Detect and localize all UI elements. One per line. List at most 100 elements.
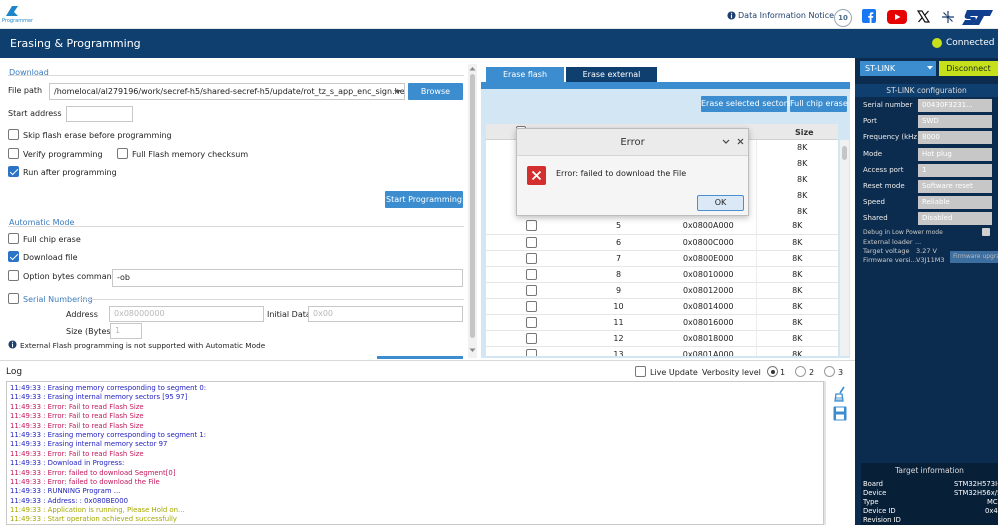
log-line: 11:49:33 : Start operation achieved succ…: [10, 515, 178, 524]
row-select-cell[interactable]: [486, 282, 576, 299]
speed-select[interactable]: Reliable: [918, 196, 992, 209]
skip-flash-erase-checkbox[interactable]: [8, 129, 19, 140]
table-row[interactable]: 7 0x0800E000 8K: [486, 250, 838, 267]
row-select-cell[interactable]: [486, 346, 576, 356]
log-scrollbar[interactable]: [824, 381, 826, 525]
option-bytes-checkbox[interactable]: [8, 270, 19, 281]
network-icon[interactable]: [941, 10, 955, 24]
file-path-combobox[interactable]: /homelocal/al279196/work/secref-h5/share…: [49, 83, 405, 100]
sectors-table-rows: 5 0x0800A000 8K 6 0x0800C000 8K 7 0x0800E000 8K 8…: [486, 218, 838, 356]
title-bar: Erasing & Programming: [0, 29, 902, 58]
address-input[interactable]: 0x08000000: [109, 306, 264, 322]
option-bytes-input[interactable]: -ob: [112, 269, 463, 287]
row-checkbox[interactable]: [525, 332, 537, 344]
left-panel-scrollbar[interactable]: [468, 64, 477, 358]
debug-low-power-checkbox[interactable]: [982, 228, 990, 236]
table-row[interactable]: 12 0x08018000 8K: [486, 330, 838, 347]
connection-bar: Connected: [855, 29, 998, 58]
table-row[interactable]: 10 0x08014000 8K: [486, 298, 838, 315]
start-address-input[interactable]: [66, 106, 133, 122]
probe-select[interactable]: ST-LINK: [860, 61, 936, 76]
access-port-select[interactable]: 1: [918, 164, 992, 177]
row-checkbox[interactable]: [525, 300, 537, 312]
automatic-mode-note: External Flash programming is not suppor…: [20, 341, 266, 350]
firmware-upgrade-button[interactable]: Firmware upgrade: [950, 251, 998, 263]
browse-button[interactable]: Browse: [408, 83, 463, 100]
row-checkbox[interactable]: [525, 252, 537, 264]
clear-log-brush-icon[interactable]: [833, 386, 847, 402]
table-row[interactable]: 11 0x08016000 8K: [486, 314, 838, 331]
row-select-cell[interactable]: [486, 250, 576, 267]
row-select-cell[interactable]: [486, 234, 576, 251]
row-checkbox[interactable]: [525, 348, 537, 356]
scrollbar-thumb[interactable]: [470, 74, 475, 338]
full-flash-checksum-checkbox[interactable]: [117, 148, 128, 159]
table-row[interactable]: 13 0x0801A000 8K: [486, 346, 838, 356]
scroll-up-arrow-icon[interactable]: [469, 66, 476, 71]
table-row[interactable]: 8 0x08010000 8K: [486, 266, 838, 283]
frequency-select[interactable]: 8000: [918, 131, 992, 144]
row-select-cell[interactable]: [486, 266, 576, 283]
full-chip-erase-button[interactable]: Full chip erase: [790, 96, 848, 112]
start-programming-button[interactable]: Start Programming: [385, 191, 463, 208]
tab-erase-external-memory[interactable]: Erase external memory: [566, 67, 657, 94]
table-cell-index: 11: [576, 314, 661, 331]
table-scrollbar[interactable]: [840, 140, 849, 356]
verbosity-radio-3[interactable]: [824, 366, 835, 377]
shared-select[interactable]: Disabled: [918, 212, 992, 225]
scroll-down-arrow-icon[interactable]: [469, 348, 476, 353]
download-file-checkbox[interactable]: [8, 251, 19, 262]
table-row[interactable]: 9 0x08012000 8K: [486, 282, 838, 299]
speed-label: Speed: [863, 198, 885, 206]
row-checkbox[interactable]: [525, 316, 537, 328]
skip-flash-erase-label: Skip flash erase before programming: [23, 131, 172, 140]
verbosity-level-label: Verbosity level: [702, 368, 761, 377]
chevron-down-icon[interactable]: [391, 84, 404, 99]
run-after-programming-checkbox[interactable]: [8, 166, 19, 177]
table-cell-size: 8K: [797, 143, 808, 152]
table-cell-index: 9: [576, 282, 661, 299]
row-checkbox[interactable]: [525, 220, 537, 232]
scrollbar-thumb[interactable]: [842, 146, 847, 160]
live-update-checkbox[interactable]: [635, 366, 646, 377]
facebook-icon[interactable]: [862, 9, 876, 23]
row-select-cell[interactable]: [486, 218, 576, 235]
x-twitter-icon[interactable]: [917, 10, 930, 23]
data-information-notice-link[interactable]: Data Information Notice: [738, 11, 834, 20]
close-icon[interactable]: [737, 138, 744, 145]
table-row[interactable]: 5 0x0800A000 8K: [486, 218, 838, 235]
verify-programming-checkbox[interactable]: [8, 148, 19, 159]
size-bytes-input[interactable]: 1: [110, 323, 142, 339]
log-console[interactable]: 11:49:33 : Erasing memory corresponding …: [6, 381, 824, 525]
row-select-cell[interactable]: [486, 298, 576, 315]
chevron-down-icon[interactable]: [927, 66, 933, 70]
youtube-icon[interactable]: [887, 10, 907, 24]
disconnect-button[interactable]: Disconnect: [939, 61, 998, 76]
tab-erase-flash-memory[interactable]: Erase flash memory: [486, 67, 564, 94]
verbosity-radio-2[interactable]: [795, 366, 806, 377]
reset-mode-select[interactable]: Software reset: [918, 180, 992, 193]
save-log-icon[interactable]: [833, 406, 847, 421]
row-checkbox[interactable]: [525, 268, 537, 280]
st-brand-logo-icon: [962, 8, 994, 26]
mode-select[interactable]: Hot plug: [918, 148, 992, 161]
initial-data-input[interactable]: 0x00: [308, 306, 463, 322]
auto-full-chip-erase-checkbox[interactable]: [8, 233, 19, 244]
table-cell-size: 8K: [797, 175, 808, 184]
row-checkbox[interactable]: [525, 236, 537, 248]
chevron-down-icon[interactable]: [722, 139, 730, 145]
row-select-cell[interactable]: [486, 314, 576, 331]
serial-number-select[interactable]: 00430F3231...: [918, 99, 992, 112]
port-select[interactable]: SWD: [918, 115, 992, 128]
table-row[interactable]: 6 0x0800C000 8K: [486, 234, 838, 251]
erase-selected-sectors-button[interactable]: Erase selected sectors: [701, 96, 791, 112]
ok-button[interactable]: OK: [697, 195, 744, 211]
log-line: 11:49:33 : Error: Fail to read Flash Siz…: [10, 421, 144, 430]
serial-numbering-checkbox[interactable]: [8, 293, 19, 304]
auto-full-chip-erase-label: Full chip erase: [23, 235, 81, 244]
row-select-cell[interactable]: [486, 330, 576, 347]
row-checkbox[interactable]: [525, 284, 537, 296]
connection-status: Connected: [946, 38, 995, 48]
start-automatic-mode-button-edge[interactable]: [377, 356, 463, 359]
verbosity-radio-1[interactable]: [767, 366, 778, 377]
